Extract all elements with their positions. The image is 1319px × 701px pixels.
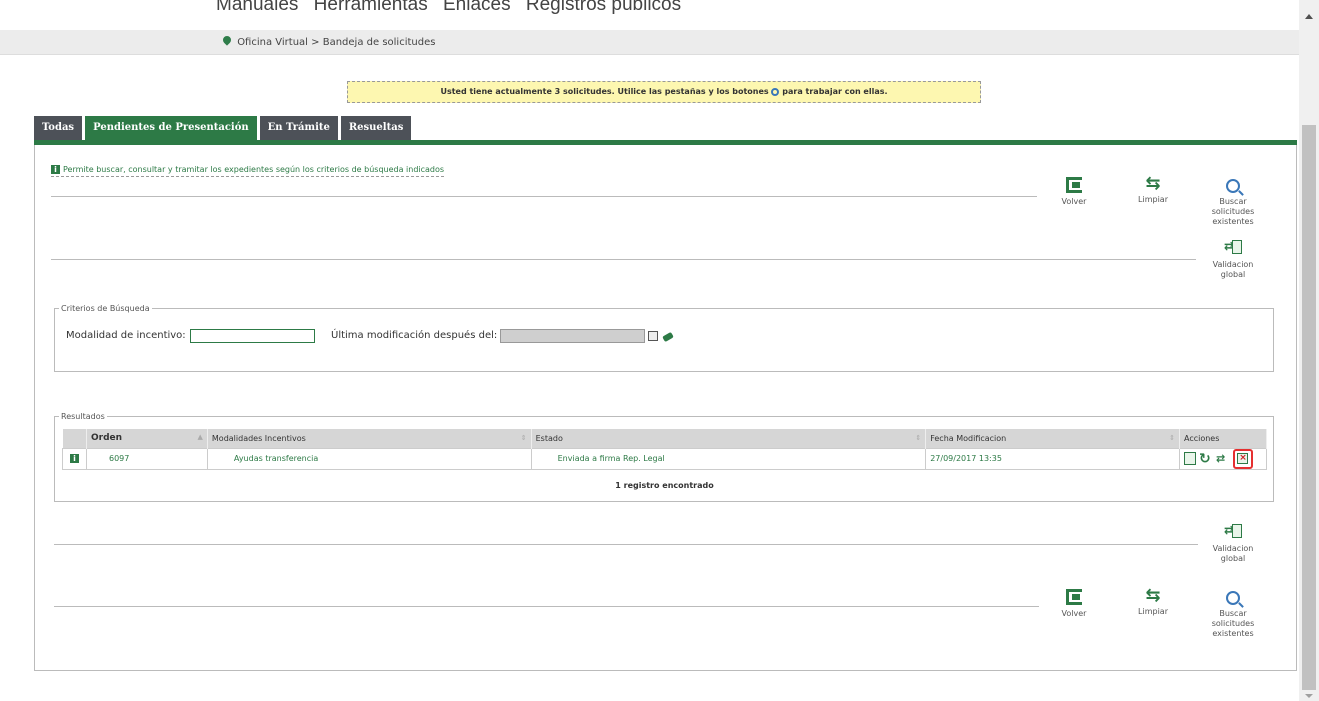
delete-document-icon[interactable]: × <box>1232 448 1253 469</box>
top-nav-items: Manuales Herramientas Enlaces Registros … <box>216 0 691 16</box>
breadcrumb-current: Bandeja de solicitudes <box>322 37 436 48</box>
notice-text-after: para trabajar con ellas. <box>782 87 888 96</box>
back-icon <box>1066 589 1082 605</box>
buscar-label: Buscar solicitudes existentes <box>1211 609 1255 638</box>
estado-header: Estado <box>535 433 563 443</box>
modalidad-label: Modalidad de incentivo: <box>66 330 186 341</box>
divider <box>51 196 1037 197</box>
buscar-button-bottom[interactable]: Buscar solicitudes existentes <box>1202 589 1264 639</box>
breadcrumb: Oficina Virtual > Bandeja de solicitudes <box>221 34 436 48</box>
location-pin-icon <box>221 34 233 46</box>
sort-icon: ⇕ <box>915 433 922 442</box>
column-modalidades[interactable]: Modalidades Incentivos ⇕ <box>207 429 532 448</box>
nav-enlaces[interactable]: Enlaces <box>443 0 511 15</box>
row-actions: ↻ ⇄ × <box>1183 448 1262 469</box>
scroll-thumb[interactable] <box>1302 125 1316 690</box>
back-icon <box>1066 177 1082 193</box>
info-label: Permite buscar, consultar y tramitar los… <box>63 165 445 174</box>
sort-icon: ⇕ <box>1169 433 1175 442</box>
acciones-header: Acciones <box>1183 433 1220 443</box>
limpiar-label: Limpiar <box>1138 607 1168 616</box>
info-icon: i <box>51 165 60 174</box>
modalidad-input[interactable] <box>190 329 315 343</box>
orden-header: Orden <box>90 433 123 444</box>
table-row: i 6097 Ayudas transferencia Enviada a fi… <box>62 447 1268 470</box>
cell-acciones: ↻ ⇄ × <box>1178 447 1268 470</box>
breadcrumb-home[interactable]: Oficina Virtual <box>237 37 308 48</box>
fecha-header: Fecha Modificacion <box>930 433 1007 443</box>
results-table: Orden ▲ Modalidades Incentivos ⇕ Estado ⇕ F… <box>62 429 1268 470</box>
refresh-arrows-icon: ⇆ <box>1145 585 1161 606</box>
buscar-button[interactable]: Buscar solicitudes existentes <box>1202 177 1264 227</box>
validation-icon: ⇄ <box>1224 240 1242 256</box>
cell-estado: Enviada a firma Rep. Legal <box>530 447 927 470</box>
volver-label: Volver <box>1061 197 1087 206</box>
reload-icon[interactable]: ↻ <box>1199 452 1213 466</box>
validacion-label: Validacion global <box>1212 544 1254 563</box>
criteria-legend: Criterios de Búsqueda <box>61 304 150 313</box>
records-found: 1 registro encontrado <box>615 481 714 490</box>
volver-button[interactable]: Volver <box>1052 177 1096 207</box>
modalidades-header: Modalidades Incentivos <box>211 433 306 443</box>
tab-resueltas[interactable]: Resueltas <box>340 116 412 140</box>
fecha-input[interactable] <box>500 329 645 343</box>
breadcrumb-separator: > <box>311 37 320 48</box>
divider <box>54 606 1039 607</box>
sort-icon: ⇕ <box>520 433 527 442</box>
consultar-icon[interactable] <box>1183 452 1196 465</box>
scroll-up-arrow-icon[interactable] <box>1305 14 1313 19</box>
results-legend: Resultados <box>61 412 105 421</box>
notice-banner: Usted tiene actualmente 3 solicitudes. U… <box>347 81 981 103</box>
info-text: i Permite buscar, consultar y tramitar lo… <box>51 165 445 177</box>
divider <box>54 544 1198 545</box>
divider <box>51 259 1196 260</box>
column-acciones: Acciones <box>1179 429 1268 448</box>
search-icon <box>1226 591 1240 605</box>
validation-icon: ⇄ <box>1224 524 1242 540</box>
limpiar-button[interactable]: ⇆ Limpiar <box>1131 175 1175 205</box>
volver-label: Volver <box>1061 609 1087 618</box>
volver-button-bottom[interactable]: Volver <box>1052 589 1096 619</box>
table-header-row: Orden ▲ Modalidades Incentivos ⇕ Estado ⇕ F… <box>62 429 1268 448</box>
notice-text-before: Usted tiene actualmente 3 solicitudes. U… <box>440 87 769 96</box>
column-fecha[interactable]: Fecha Modificacion ⇕ <box>925 429 1180 448</box>
nav-manuales[interactable]: Manuales <box>216 0 298 15</box>
cell-modalidad: Ayudas transferencia <box>206 447 532 470</box>
scroll-down-arrow-icon[interactable] <box>1305 694 1313 698</box>
column-orden[interactable]: Orden ▲ <box>86 429 208 448</box>
tab-en-tramite[interactable]: En Trámite <box>259 116 338 140</box>
validar-icon[interactable]: ⇄ <box>1216 452 1230 466</box>
main-panel <box>34 145 1297 671</box>
calendar-icon[interactable] <box>648 331 658 341</box>
info-icon[interactable]: i <box>69 454 79 463</box>
limpiar-button-bottom[interactable]: ⇆ Limpiar <box>1131 587 1175 617</box>
breadcrumb-bar: Oficina Virtual > Bandeja de solicitudes <box>0 30 1299 55</box>
nav-herramientas[interactable]: Herramientas <box>314 0 428 15</box>
refresh-arrows-icon: ⇆ <box>1145 173 1161 194</box>
search-icon <box>1226 179 1240 193</box>
validacion-label: Validacion global <box>1212 260 1254 279</box>
search-icon <box>771 87 780 96</box>
column-estado[interactable]: Estado ⇕ <box>531 429 927 448</box>
row-info-cell[interactable]: i <box>62 447 87 470</box>
tab-pendientes[interactable]: Pendientes de Presentación <box>85 116 257 140</box>
validacion-global-button[interactable]: ⇄ Validacion global <box>1202 240 1264 280</box>
cell-orden: 6097 <box>85 447 208 470</box>
vertical-scrollbar[interactable] <box>1299 0 1319 701</box>
validacion-global-button-bottom[interactable]: ⇄ Validacion global <box>1202 524 1264 564</box>
top-navigation: Manuales Herramientas Enlaces Registros … <box>0 0 1299 30</box>
fecha-label: Última modificación después del: <box>331 330 498 341</box>
limpiar-label: Limpiar <box>1138 195 1168 204</box>
cell-fecha: 27/09/2017 13:35 <box>925 447 1180 470</box>
tab-bar: Todas Pendientes de Presentación En Trám… <box>34 116 414 140</box>
sort-asc-icon: ▲ <box>197 433 203 442</box>
column-info <box>62 429 87 448</box>
nav-registros-publicos[interactable]: Registros públicos <box>526 0 681 15</box>
buscar-label: Buscar solicitudes existentes <box>1211 197 1255 226</box>
tab-todas[interactable]: Todas <box>34 116 83 140</box>
